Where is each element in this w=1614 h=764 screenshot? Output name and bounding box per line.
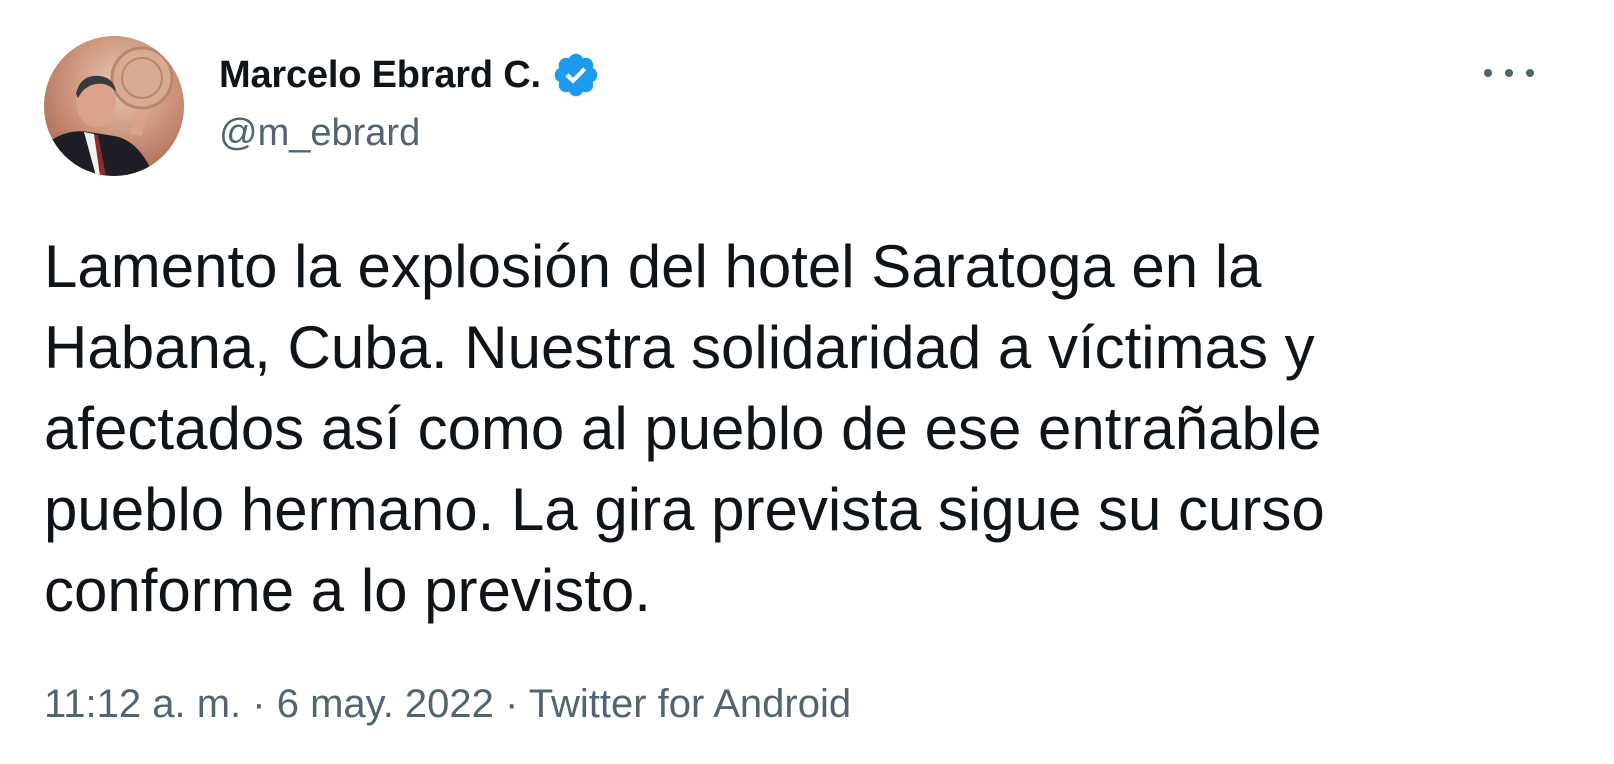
author-handle[interactable]: @m_ebrard xyxy=(219,112,420,155)
tweet-time: 11:12 a. m. xyxy=(44,682,242,726)
avatar-image xyxy=(44,36,184,176)
separator: · xyxy=(252,682,266,726)
more-options-icon[interactable] xyxy=(1484,58,1534,88)
tweet-date: 6 may. 2022 xyxy=(276,682,494,726)
avatar[interactable] xyxy=(44,36,184,176)
more-dot-icon xyxy=(1505,69,1513,77)
tweet-card: Marcelo Ebrard C. @m_ebrard Lamento la e… xyxy=(0,0,1614,764)
tweet-time-link[interactable]: 11:12 a. m. · 6 may. 2022 xyxy=(44,682,494,726)
verified-badge-icon xyxy=(551,50,601,100)
author-name-row[interactable]: Marcelo Ebrard C. xyxy=(219,52,601,98)
tweet-metadata: 11:12 a. m. · 6 may. 2022 · Twitter for … xyxy=(44,682,851,727)
display-name[interactable]: Marcelo Ebrard C. xyxy=(219,54,541,97)
more-dot-icon xyxy=(1526,69,1534,77)
separator: · xyxy=(505,682,519,726)
more-dot-icon xyxy=(1484,69,1492,77)
tweet-text: Lamento la explosión del hotel Saratoga … xyxy=(44,233,1325,624)
tweet-source-link[interactable]: Twitter for Android xyxy=(529,682,851,726)
